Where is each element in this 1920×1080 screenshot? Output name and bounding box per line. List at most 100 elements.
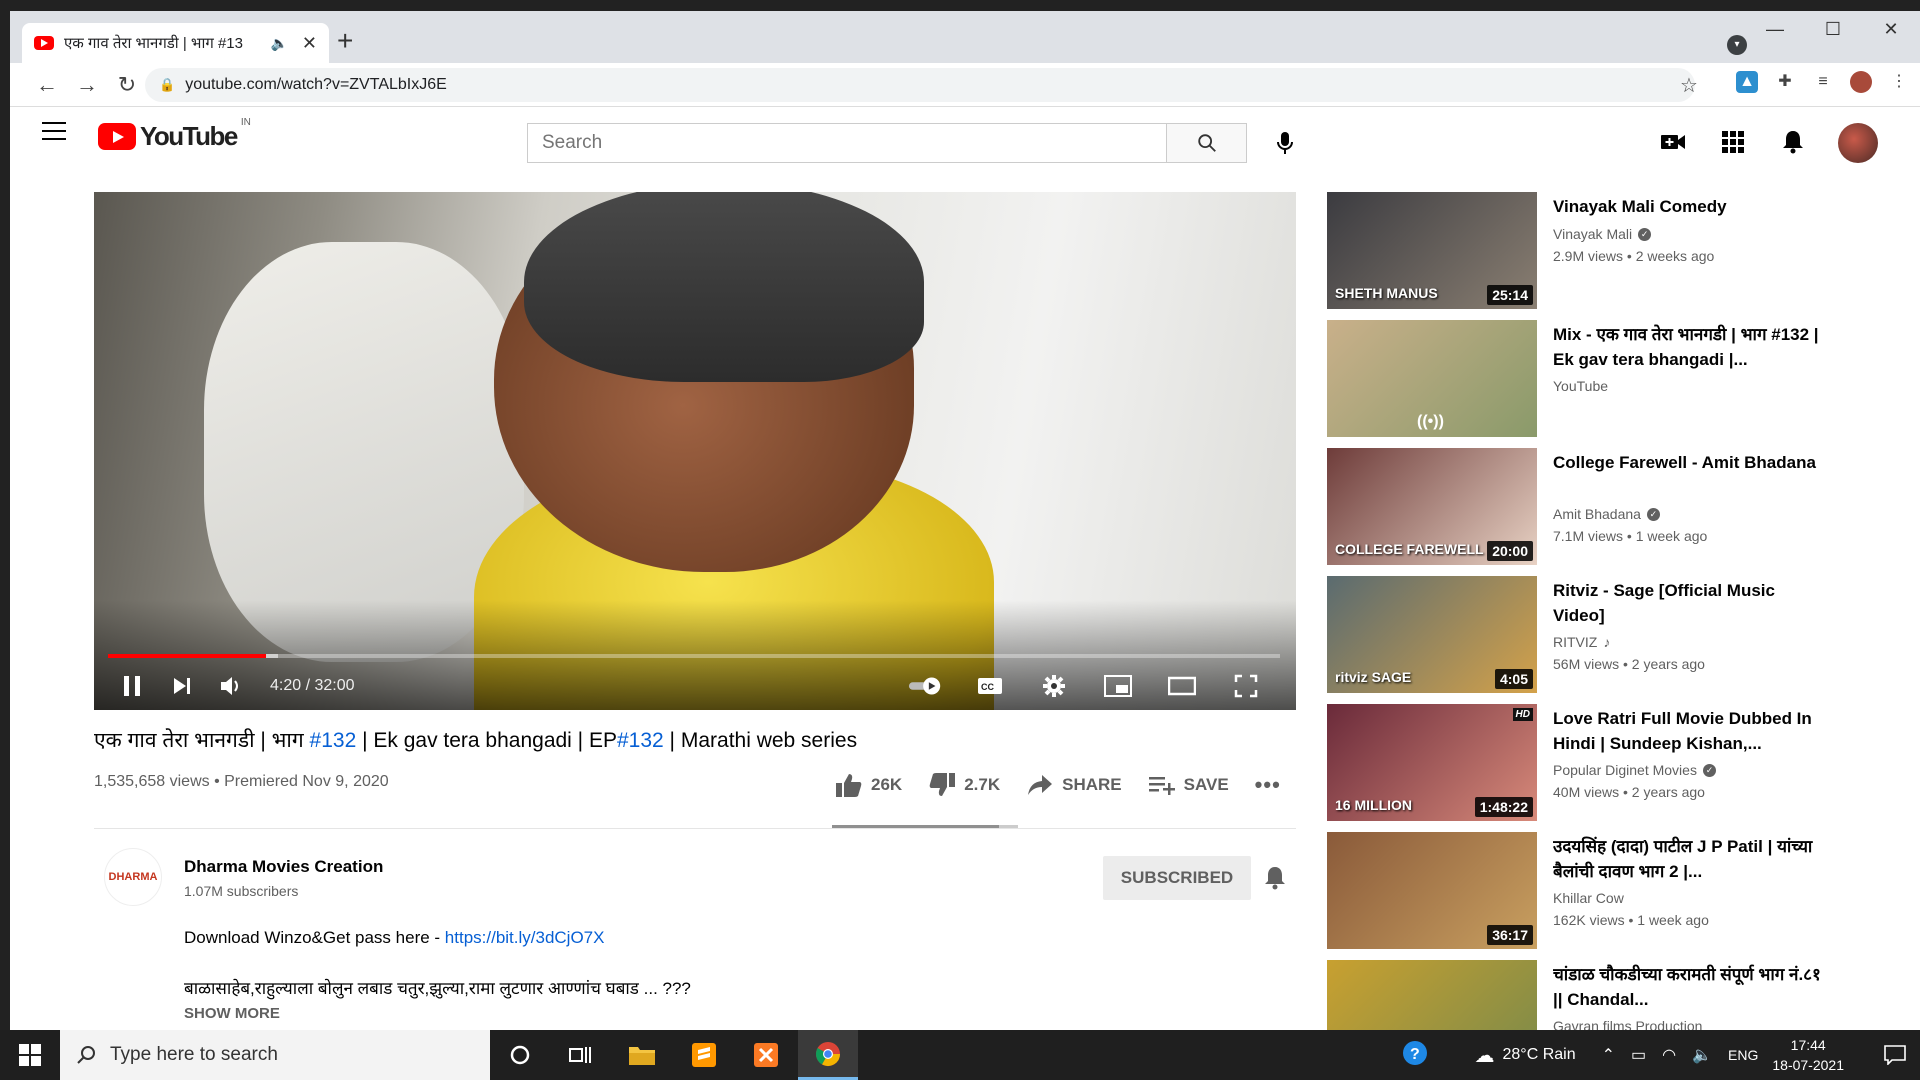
- xampp-icon[interactable]: [736, 1030, 796, 1080]
- windows-start-icon[interactable]: [0, 1030, 60, 1080]
- maximize-button[interactable]: ☐: [1804, 11, 1862, 51]
- reload-icon[interactable]: ↻: [110, 69, 144, 101]
- subscribed-button[interactable]: SUBSCRIBED: [1103, 856, 1251, 900]
- video-thumbnail[interactable]: ((•)): [1327, 320, 1537, 437]
- recommendation-card[interactable]: ((•)) Mix - एक गाव तेरा भानगडी | भाग #132…: [1327, 320, 1827, 440]
- close-tab-icon[interactable]: ✕: [302, 33, 317, 54]
- hashtag-link[interactable]: #132: [310, 729, 357, 752]
- autoplay-toggle[interactable]: [908, 668, 944, 704]
- taskbar-search-box[interactable]: Type here to search: [60, 1030, 490, 1080]
- user-avatar[interactable]: [1838, 123, 1878, 163]
- recommendation-title[interactable]: Vinayak Mali Comedy: [1553, 194, 1821, 219]
- cortana-icon[interactable]: [490, 1030, 550, 1080]
- recommendation-title[interactable]: उदयसिंह (दादा) पाटील J P Patil | यांच्या…: [1553, 834, 1821, 884]
- recommendation-channel[interactable]: Gavran films Production: [1553, 1018, 1702, 1030]
- hamburger-menu-icon[interactable]: [42, 122, 66, 140]
- recommendation-channel[interactable]: Popular Diginet Movies ✓: [1553, 762, 1716, 778]
- speaker-icon[interactable]: 🔈: [270, 35, 287, 52]
- search-input[interactable]: [528, 124, 1166, 162]
- fullscreen-button[interactable]: [1228, 668, 1264, 704]
- recommendation-card[interactable]: COLLEGE FAREWELL 20:00 College Farewell - …: [1327, 448, 1827, 568]
- recommendation-title[interactable]: Ritviz - Sage [Official Music Video]: [1553, 578, 1821, 628]
- channel-name: RITVIZ: [1553, 634, 1598, 650]
- recommendation-title[interactable]: Mix - एक गाव तेरा भानगडी | भाग #132 | Ek…: [1553, 322, 1821, 372]
- notifications-bell-icon[interactable]: [1778, 127, 1808, 157]
- recommendation-title[interactable]: College Farewell - Amit Bhadana: [1553, 450, 1821, 475]
- theater-mode-button[interactable]: [1164, 668, 1200, 704]
- progress-bar[interactable]: [108, 654, 1280, 658]
- share-button[interactable]: SHARE: [1026, 773, 1122, 797]
- new-tab-button[interactable]: +: [337, 27, 353, 55]
- tab-search-icon[interactable]: ▾: [1727, 35, 1747, 55]
- recommendation-channel[interactable]: RITVIZ ♪: [1553, 634, 1610, 650]
- recommendation-title[interactable]: Love Ratri Full Movie Dubbed In Hindi | …: [1553, 706, 1821, 756]
- language-indicator[interactable]: ENG: [1728, 1047, 1758, 1063]
- taskbar-search-placeholder[interactable]: Type here to search: [110, 1044, 278, 1066]
- microphone-icon[interactable]: [1270, 128, 1300, 158]
- url-text[interactable]: youtube.com/watch?v=ZVTALbIxJ6E: [185, 76, 447, 94]
- pause-button[interactable]: [114, 668, 150, 704]
- battery-icon[interactable]: ▭: [1631, 1045, 1646, 1065]
- speaker-icon[interactable]: 🔈: [1692, 1045, 1712, 1065]
- recommendation-channel[interactable]: Vinayak Mali ✓: [1553, 226, 1652, 242]
- recommendation-channel[interactable]: YouTube: [1553, 378, 1608, 394]
- tab-youtube-video[interactable]: एक गाव तेरा भानगडी | भाग #13 🔈 ✕: [22, 23, 329, 63]
- video-thumbnail[interactable]: 16 MILLION 1:48:22 HD: [1327, 704, 1537, 821]
- video-thumbnail[interactable]: 39:20: [1327, 960, 1537, 1030]
- recommendation-card[interactable]: 16 MILLION 1:48:22 HD Love Ratri Full Movie…: [1327, 704, 1827, 824]
- recommendation-card[interactable]: SHETH MANUS 25:14 Vinayak Mali Comedy Vinay…: [1327, 192, 1827, 312]
- close-window-button[interactable]: ✕: [1862, 11, 1920, 51]
- file-explorer-icon[interactable]: [612, 1030, 672, 1080]
- profile-avatar-icon[interactable]: [1850, 71, 1872, 93]
- recommendation-card[interactable]: 36:17 उदयसिंह (दादा) पाटील J P Patil | या…: [1327, 832, 1827, 952]
- video-thumbnail[interactable]: 36:17: [1327, 832, 1537, 949]
- video-player[interactable]: 4:20 / 32:00 CC: [94, 192, 1296, 710]
- recommendation-title[interactable]: चांडाळ चौकडीच्या करामती संपूर्ण भाग नं.८…: [1553, 962, 1821, 1012]
- lock-icon[interactable]: 🔒: [159, 77, 175, 93]
- recommendation-channel[interactable]: Khillar Cow: [1553, 890, 1624, 906]
- next-button[interactable]: [164, 668, 200, 704]
- dislike-button[interactable]: 2.7K: [928, 772, 1000, 798]
- minimize-button[interactable]: —: [1746, 11, 1804, 51]
- show-more-button[interactable]: SHOW MORE: [184, 1005, 280, 1022]
- description-link[interactable]: https://bit.ly/3dCjO7X: [445, 928, 605, 947]
- chrome-icon[interactable]: [798, 1030, 858, 1080]
- reading-list-icon[interactable]: ≡: [1812, 71, 1834, 93]
- save-button[interactable]: SAVE: [1148, 774, 1229, 796]
- like-button[interactable]: 26K: [835, 772, 902, 798]
- settings-button[interactable]: [1036, 668, 1072, 704]
- video-thumbnail[interactable]: SHETH MANUS 25:14: [1327, 192, 1537, 309]
- more-actions-button[interactable]: •••: [1255, 772, 1281, 798]
- chevron-up-icon[interactable]: ⌃: [1602, 1045, 1615, 1065]
- recommendation-channel[interactable]: Amit Bhadana ✓: [1553, 506, 1660, 522]
- wifi-icon[interactable]: ◠: [1662, 1045, 1676, 1065]
- volume-button[interactable]: [214, 668, 250, 704]
- help-icon[interactable]: ?: [1401, 1039, 1429, 1072]
- video-thumbnail[interactable]: COLLEGE FAREWELL 20:00: [1327, 448, 1537, 565]
- recommendation-card[interactable]: 39:20 चांडाळ चौकडीच्या करामती संपूर्ण भाग…: [1327, 960, 1827, 1030]
- weather-widget[interactable]: ☁ 28°C Rain: [1475, 1043, 1576, 1068]
- action-center-icon[interactable]: [1870, 1030, 1920, 1080]
- captions-button[interactable]: CC: [972, 668, 1008, 704]
- miniplayer-button[interactable]: [1100, 668, 1136, 704]
- puzzle-icon[interactable]: ✚: [1774, 71, 1796, 93]
- hashtag-link[interactable]: #132: [617, 729, 664, 752]
- forward-arrow-icon[interactable]: →: [70, 69, 104, 101]
- clock[interactable]: 17:44 18-07-2021: [1772, 1035, 1844, 1075]
- search-button[interactable]: [1166, 124, 1246, 162]
- address-bar[interactable]: 🔒 youtube.com/watch?v=ZVTALbIxJ6E: [145, 68, 1695, 102]
- create-video-icon[interactable]: [1658, 127, 1688, 157]
- channel-name[interactable]: Dharma Movies Creation: [184, 857, 383, 877]
- notification-bell-button[interactable]: [1259, 862, 1291, 894]
- youtube-logo[interactable]: YouTube IN: [98, 117, 251, 152]
- channel-avatar[interactable]: DHARMA: [104, 848, 162, 906]
- kebab-menu-icon[interactable]: ⋮: [1888, 71, 1910, 93]
- extension-icon[interactable]: ▲: [1736, 71, 1758, 93]
- apps-grid-icon[interactable]: [1718, 127, 1748, 157]
- sublime-text-icon[interactable]: [674, 1030, 734, 1080]
- bookmark-star-icon[interactable]: ☆: [1680, 73, 1698, 98]
- video-thumbnail[interactable]: ritviz SAGE 4:05: [1327, 576, 1537, 693]
- task-view-icon[interactable]: [550, 1030, 610, 1080]
- back-arrow-icon[interactable]: ←: [30, 69, 64, 101]
- recommendation-card[interactable]: ritviz SAGE 4:05 Ritviz - Sage [Official M…: [1327, 576, 1827, 696]
